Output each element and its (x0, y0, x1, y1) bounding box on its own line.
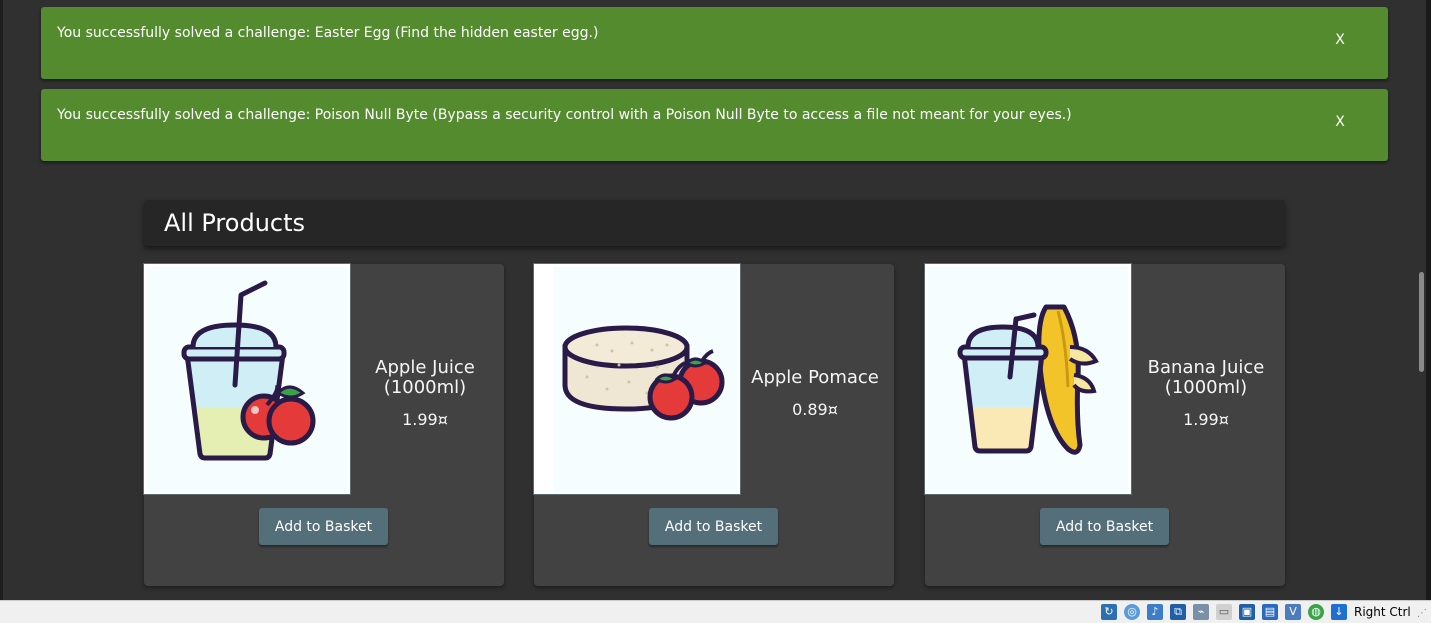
add-to-basket-button[interactable]: Add to Basket (1040, 508, 1169, 545)
product-price: 1.99¤ (1183, 410, 1229, 429)
resize-grip-icon[interactable]: ⋰ (1417, 608, 1427, 619)
vm-status-bar: ↻ ◎ ♪ ⧉ ⌁ ▭ ▣ ▤ V ◍ ↓ Right Ctrl ⋰ (0, 600, 1431, 623)
product-info: Apple Pomace 0.89¤ (740, 367, 890, 420)
video-capture-icon[interactable]: ▤ (1262, 604, 1278, 620)
host-key-label: Right Ctrl (1354, 605, 1411, 619)
window-left-edge (0, 0, 3, 600)
product-name: Banana Juice (1000ml) (1147, 357, 1265, 398)
page-title: All Products (164, 209, 306, 237)
product-card-apple-pomace[interactable]: Apple Pomace 0.89¤ Add to Basket (533, 263, 894, 586)
product-price: 0.89¤ (792, 400, 838, 419)
host-key-arrow-icon[interactable]: ↓ (1331, 604, 1347, 620)
cpu-icon[interactable]: ◍ (1308, 604, 1324, 620)
optical-drive-icon[interactable]: ◎ (1124, 604, 1140, 620)
product-image[interactable] (143, 263, 351, 495)
mouse-capture-icon[interactable]: ↻ (1101, 604, 1117, 620)
product-info: Banana Juice (1000ml) 1.99¤ (1131, 357, 1281, 430)
product-name: Apple Juice (1000ml) (375, 357, 475, 398)
scrollbar-track[interactable] (1426, 0, 1431, 600)
shared-folder-icon[interactable]: ▭ (1216, 604, 1232, 620)
product-card-apple-juice[interactable]: Apple Juice (1000ml) 1.99¤ Add to Basket (143, 263, 504, 586)
apple-juice-illustration (181, 280, 316, 461)
apple-pomace-illustration (537, 267, 725, 491)
success-toast-easter-egg: You successfully solved a challenge: Eas… (41, 7, 1388, 79)
product-name: Apple Pomace (751, 367, 879, 388)
toast-message: You successfully solved a challenge: Poi… (57, 107, 1072, 123)
display-icon[interactable]: ▣ (1239, 604, 1255, 620)
audio-icon[interactable]: ♪ (1147, 604, 1163, 620)
add-to-basket-button[interactable]: Add to Basket (649, 508, 778, 545)
success-toast-poison-null-byte: You successfully solved a challenge: Poi… (41, 89, 1388, 161)
add-to-basket-button[interactable]: Add to Basket (259, 508, 388, 545)
vrde-icon[interactable]: V (1285, 604, 1301, 620)
section-heading: All Products (144, 200, 1285, 246)
product-card-banana-juice[interactable]: Banana Juice (1000ml) 1.99¤ Add to Baske… (924, 263, 1285, 586)
product-image[interactable] (533, 263, 741, 495)
toast-message: You successfully solved a challenge: Eas… (57, 25, 599, 41)
toast-close-button[interactable]: X (1331, 31, 1349, 49)
banana-juice-illustration (957, 304, 1099, 455)
scrollbar-thumb[interactable] (1419, 272, 1424, 372)
toast-close-button[interactable]: X (1331, 113, 1349, 131)
product-info: Apple Juice (1000ml) 1.99¤ (350, 357, 500, 430)
product-price: 1.99¤ (402, 410, 448, 429)
usb-icon[interactable]: ⌁ (1193, 604, 1209, 620)
product-image[interactable] (924, 263, 1132, 495)
network-icon[interactable]: ⧉ (1170, 604, 1186, 620)
